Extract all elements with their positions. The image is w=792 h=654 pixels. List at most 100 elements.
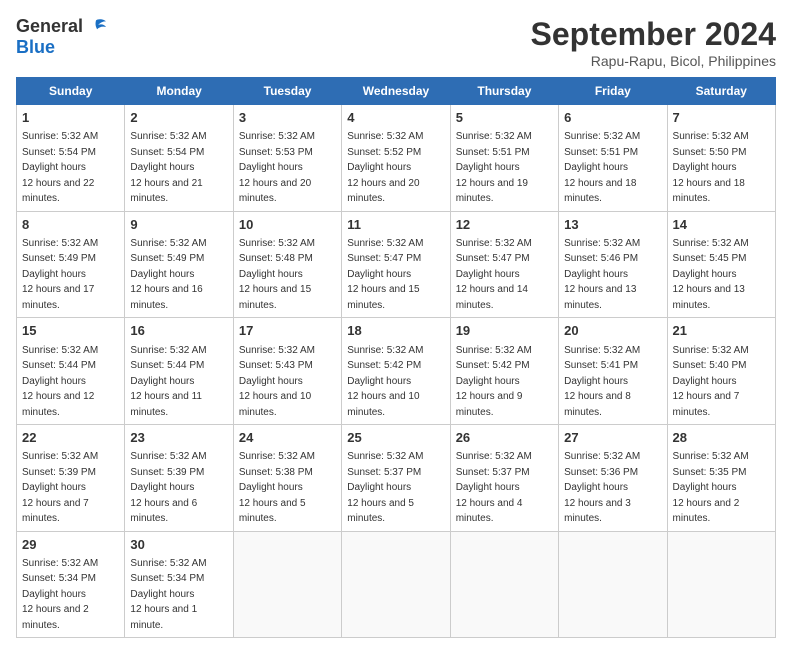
day-number: 21: [673, 322, 770, 340]
calendar-cell: 9 Sunrise: 5:32 AMSunset: 5:49 PMDayligh…: [125, 211, 233, 318]
calendar-cell: 25 Sunrise: 5:32 AMSunset: 5:37 PMDaylig…: [342, 425, 450, 532]
day-number: 20: [564, 322, 661, 340]
day-number: 3: [239, 109, 336, 127]
location-subtitle: Rapu-Rapu, Bicol, Philippines: [531, 53, 776, 69]
calendar-cell: 20 Sunrise: 5:32 AMSunset: 5:41 PMDaylig…: [559, 318, 667, 425]
calendar-week-5: 29 Sunrise: 5:32 AMSunset: 5:34 PMDaylig…: [17, 531, 776, 638]
month-title: September 2024: [531, 16, 776, 53]
calendar-cell: 17 Sunrise: 5:32 AMSunset: 5:43 PMDaylig…: [233, 318, 341, 425]
weekday-header-saturday: Saturday: [667, 78, 775, 105]
calendar-cell: 28 Sunrise: 5:32 AMSunset: 5:35 PMDaylig…: [667, 425, 775, 532]
calendar-cell: 8 Sunrise: 5:32 AMSunset: 5:49 PMDayligh…: [17, 211, 125, 318]
day-number: 11: [347, 216, 444, 234]
day-number: 6: [564, 109, 661, 127]
calendar-cell: 27 Sunrise: 5:32 AMSunset: 5:36 PMDaylig…: [559, 425, 667, 532]
day-number: 17: [239, 322, 336, 340]
day-info: Sunrise: 5:32 AMSunset: 5:34 PMDaylight …: [22, 558, 98, 631]
calendar-cell: 30 Sunrise: 5:32 AMSunset: 5:34 PMDaylig…: [125, 531, 233, 638]
weekday-header-thursday: Thursday: [450, 78, 558, 105]
weekday-header-tuesday: Tuesday: [233, 78, 341, 105]
day-number: 23: [130, 429, 227, 447]
day-info: Sunrise: 5:32 AMSunset: 5:41 PMDaylight …: [564, 345, 640, 418]
day-info: Sunrise: 5:32 AMSunset: 5:39 PMDaylight …: [130, 451, 206, 524]
calendar-cell: [450, 531, 558, 638]
calendar-week-2: 8 Sunrise: 5:32 AMSunset: 5:49 PMDayligh…: [17, 211, 776, 318]
calendar-cell: 24 Sunrise: 5:32 AMSunset: 5:38 PMDaylig…: [233, 425, 341, 532]
day-info: Sunrise: 5:32 AMSunset: 5:44 PMDaylight …: [22, 345, 98, 418]
calendar-cell: 21 Sunrise: 5:32 AMSunset: 5:40 PMDaylig…: [667, 318, 775, 425]
calendar-cell: 1 Sunrise: 5:32 AMSunset: 5:54 PMDayligh…: [17, 105, 125, 212]
calendar-cell: 18 Sunrise: 5:32 AMSunset: 5:42 PMDaylig…: [342, 318, 450, 425]
logo: General Blue: [16, 16, 107, 58]
day-number: 7: [673, 109, 770, 127]
weekday-header-row: SundayMondayTuesdayWednesdayThursdayFrid…: [17, 78, 776, 105]
day-number: 29: [22, 536, 119, 554]
day-info: Sunrise: 5:32 AMSunset: 5:54 PMDaylight …: [130, 131, 206, 204]
calendar-cell: 2 Sunrise: 5:32 AMSunset: 5:54 PMDayligh…: [125, 105, 233, 212]
calendar-cell: 26 Sunrise: 5:32 AMSunset: 5:37 PMDaylig…: [450, 425, 558, 532]
day-number: 25: [347, 429, 444, 447]
page-header: General Blue September 2024 Rapu-Rapu, B…: [16, 16, 776, 69]
day-number: 4: [347, 109, 444, 127]
calendar-week-1: 1 Sunrise: 5:32 AMSunset: 5:54 PMDayligh…: [17, 105, 776, 212]
calendar-body: 1 Sunrise: 5:32 AMSunset: 5:54 PMDayligh…: [17, 105, 776, 638]
calendar-cell: 7 Sunrise: 5:32 AMSunset: 5:50 PMDayligh…: [667, 105, 775, 212]
calendar-cell: 5 Sunrise: 5:32 AMSunset: 5:51 PMDayligh…: [450, 105, 558, 212]
day-info: Sunrise: 5:32 AMSunset: 5:34 PMDaylight …: [130, 558, 206, 631]
day-info: Sunrise: 5:32 AMSunset: 5:49 PMDaylight …: [130, 238, 206, 311]
day-info: Sunrise: 5:32 AMSunset: 5:51 PMDaylight …: [456, 131, 532, 204]
day-number: 1: [22, 109, 119, 127]
logo-text: General Blue: [16, 16, 107, 58]
calendar-cell: 3 Sunrise: 5:32 AMSunset: 5:53 PMDayligh…: [233, 105, 341, 212]
calendar-cell: 4 Sunrise: 5:32 AMSunset: 5:52 PMDayligh…: [342, 105, 450, 212]
day-info: Sunrise: 5:32 AMSunset: 5:38 PMDaylight …: [239, 451, 315, 524]
weekday-header-wednesday: Wednesday: [342, 78, 450, 105]
day-number: 9: [130, 216, 227, 234]
day-info: Sunrise: 5:32 AMSunset: 5:42 PMDaylight …: [456, 345, 532, 418]
day-info: Sunrise: 5:32 AMSunset: 5:52 PMDaylight …: [347, 131, 423, 204]
day-number: 15: [22, 322, 119, 340]
day-info: Sunrise: 5:32 AMSunset: 5:49 PMDaylight …: [22, 238, 98, 311]
day-number: 8: [22, 216, 119, 234]
day-info: Sunrise: 5:32 AMSunset: 5:37 PMDaylight …: [347, 451, 423, 524]
calendar-cell: [667, 531, 775, 638]
day-number: 22: [22, 429, 119, 447]
day-info: Sunrise: 5:32 AMSunset: 5:47 PMDaylight …: [456, 238, 532, 311]
day-info: Sunrise: 5:32 AMSunset: 5:40 PMDaylight …: [673, 345, 749, 418]
day-number: 16: [130, 322, 227, 340]
day-number: 12: [456, 216, 553, 234]
day-number: 19: [456, 322, 553, 340]
calendar-cell: [233, 531, 341, 638]
calendar-cell: 23 Sunrise: 5:32 AMSunset: 5:39 PMDaylig…: [125, 425, 233, 532]
day-info: Sunrise: 5:32 AMSunset: 5:51 PMDaylight …: [564, 131, 640, 204]
day-info: Sunrise: 5:32 AMSunset: 5:48 PMDaylight …: [239, 238, 315, 311]
day-number: 30: [130, 536, 227, 554]
day-info: Sunrise: 5:32 AMSunset: 5:43 PMDaylight …: [239, 345, 315, 418]
day-info: Sunrise: 5:32 AMSunset: 5:46 PMDaylight …: [564, 238, 640, 311]
calendar-cell: 11 Sunrise: 5:32 AMSunset: 5:47 PMDaylig…: [342, 211, 450, 318]
calendar-week-4: 22 Sunrise: 5:32 AMSunset: 5:39 PMDaylig…: [17, 425, 776, 532]
day-info: Sunrise: 5:32 AMSunset: 5:45 PMDaylight …: [673, 238, 749, 311]
day-info: Sunrise: 5:32 AMSunset: 5:53 PMDaylight …: [239, 131, 315, 204]
day-number: 28: [673, 429, 770, 447]
day-info: Sunrise: 5:32 AMSunset: 5:37 PMDaylight …: [456, 451, 532, 524]
day-number: 24: [239, 429, 336, 447]
weekday-header-friday: Friday: [559, 78, 667, 105]
calendar-table: SundayMondayTuesdayWednesdayThursdayFrid…: [16, 77, 776, 638]
day-number: 5: [456, 109, 553, 127]
weekday-header-monday: Monday: [125, 78, 233, 105]
day-info: Sunrise: 5:32 AMSunset: 5:39 PMDaylight …: [22, 451, 98, 524]
calendar-cell: [342, 531, 450, 638]
calendar-cell: 15 Sunrise: 5:32 AMSunset: 5:44 PMDaylig…: [17, 318, 125, 425]
day-info: Sunrise: 5:32 AMSunset: 5:47 PMDaylight …: [347, 238, 423, 311]
day-number: 26: [456, 429, 553, 447]
day-number: 10: [239, 216, 336, 234]
day-info: Sunrise: 5:32 AMSunset: 5:35 PMDaylight …: [673, 451, 749, 524]
calendar-week-3: 15 Sunrise: 5:32 AMSunset: 5:44 PMDaylig…: [17, 318, 776, 425]
calendar-cell: 14 Sunrise: 5:32 AMSunset: 5:45 PMDaylig…: [667, 211, 775, 318]
day-number: 13: [564, 216, 661, 234]
calendar-cell: 10 Sunrise: 5:32 AMSunset: 5:48 PMDaylig…: [233, 211, 341, 318]
calendar-cell: 16 Sunrise: 5:32 AMSunset: 5:44 PMDaylig…: [125, 318, 233, 425]
day-number: 27: [564, 429, 661, 447]
calendar-cell: 13 Sunrise: 5:32 AMSunset: 5:46 PMDaylig…: [559, 211, 667, 318]
